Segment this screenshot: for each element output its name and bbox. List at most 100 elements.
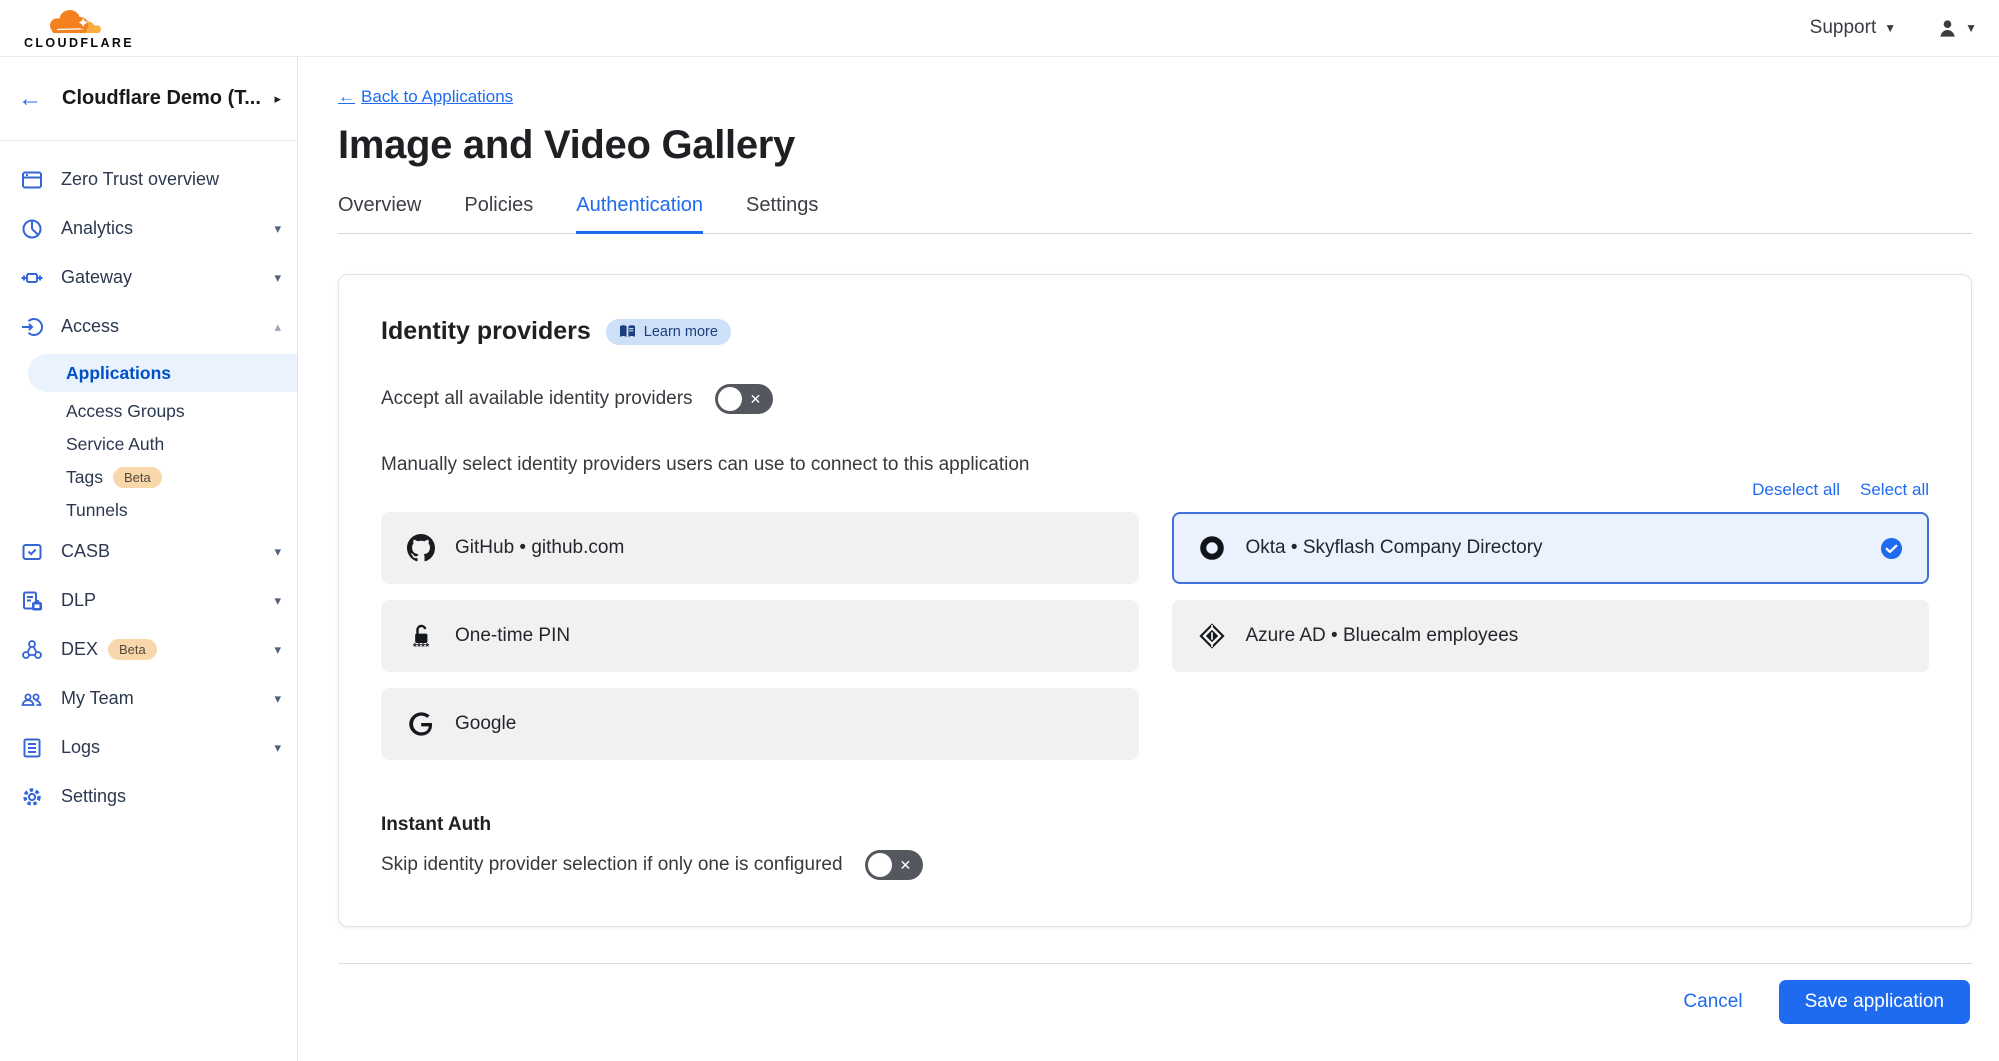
main-content: ← Back to Applications Image and Video G… — [298, 57, 1999, 1061]
tab-policies[interactable]: Policies — [464, 194, 533, 234]
google-icon — [407, 710, 435, 738]
tab-bar: Overview Policies Authentication Setting… — [338, 194, 1972, 234]
access-login-icon — [20, 315, 44, 339]
save-application-button[interactable]: Save application — [1779, 980, 1970, 1024]
sidebar-item-zero-trust-overview[interactable]: Zero Trust overview — [0, 155, 297, 204]
cancel-button[interactable]: Cancel — [1683, 991, 1742, 1013]
chevron-down-icon[interactable]: ▾ — [274, 593, 281, 609]
sidebar-item-applications[interactable]: Applications — [28, 354, 297, 392]
learn-more-button[interactable]: Learn more — [606, 319, 731, 345]
chevron-down-icon[interactable]: ▾ — [274, 642, 281, 658]
support-label: Support — [1810, 17, 1877, 39]
sidebar-item-access-groups[interactable]: Access Groups — [0, 395, 297, 428]
sidebar-item-casb[interactable]: CASB ▾ — [0, 527, 297, 576]
toggle-off-x-icon: ✕ — [750, 392, 762, 406]
sidebar-item-label: Applications — [66, 363, 171, 384]
instant-auth-heading: Instant Auth — [381, 814, 1929, 836]
toggle-knob — [718, 387, 742, 411]
github-icon — [407, 534, 435, 562]
account-header: ← Cloudflare Demo (T... ▸ — [0, 57, 297, 141]
instant-auth-toggle[interactable]: ✕ — [865, 850, 923, 880]
casb-check-box-icon — [20, 540, 44, 564]
okta-icon — [1198, 534, 1226, 562]
tab-authentication[interactable]: Authentication — [576, 194, 703, 234]
gateway-icon — [20, 266, 44, 290]
sidebar-item-label: Logs — [61, 737, 274, 758]
provider-github[interactable]: GitHub • github.com — [381, 512, 1139, 584]
accept-all-label: Accept all available identity providers — [381, 388, 693, 410]
logs-document-icon — [20, 736, 44, 760]
beta-badge: Beta — [113, 467, 162, 488]
sidebar-item-label: DEX Beta — [61, 639, 274, 660]
chevron-down-icon[interactable]: ▾ — [274, 270, 281, 286]
sidebar-item-label: Analytics — [61, 218, 274, 239]
provider-name: GitHub • github.com — [455, 537, 624, 559]
chevron-down-icon[interactable]: ▾ — [274, 544, 281, 560]
chevron-down-icon: ▼ — [1965, 21, 1977, 35]
manual-select-label: Manually select identity providers users… — [381, 454, 1929, 476]
sidebar-item-settings[interactable]: Settings — [0, 772, 297, 821]
sidebar-item-label: Tags — [66, 467, 103, 488]
provider-name: Azure AD • Bluecalm employees — [1246, 625, 1519, 647]
accept-all-toggle[interactable]: ✕ — [715, 384, 773, 414]
cloudflare-cloud-icon — [45, 7, 113, 39]
azure-ad-icon — [1198, 622, 1226, 650]
toggle-off-x-icon: ✕ — [900, 858, 912, 872]
sidebar-item-gateway[interactable]: Gateway ▾ — [0, 253, 297, 302]
deselect-all-link[interactable]: Deselect all — [1752, 480, 1840, 500]
provider-name: Google — [455, 713, 516, 735]
back-arrow-icon: ← — [338, 87, 355, 107]
sidebar-item-service-auth[interactable]: Service Auth — [0, 428, 297, 461]
provider-grid: GitHub • github.com Okta • Skyflash Comp… — [381, 512, 1929, 760]
sidebar-item-label: DEX — [61, 639, 98, 660]
cloudflare-logo[interactable]: CLOUDFLARE — [14, 7, 144, 50]
sidebar-item-access[interactable]: Access ▴ — [0, 302, 297, 351]
sidebar-item-label: Access — [61, 316, 274, 337]
chevron-down-icon[interactable]: ▾ — [274, 221, 281, 237]
provider-name: One-time PIN — [455, 625, 570, 647]
sidebar-item-tunnels[interactable]: Tunnels — [0, 494, 297, 527]
page-title: Image and Video Gallery — [338, 123, 1972, 168]
one-time-pin-icon: **** — [407, 622, 435, 650]
dex-network-icon — [20, 638, 44, 662]
back-to-applications-link[interactable]: ← Back to Applications — [338, 87, 513, 107]
sidebar-item-tags[interactable]: Tags Beta — [0, 461, 297, 494]
chevron-right-icon[interactable]: ▸ — [274, 91, 281, 107]
identity-providers-card: Identity providers Learn more Accept all… — [338, 274, 1972, 927]
sidebar-item-label: Access Groups — [66, 401, 185, 422]
identity-providers-heading: Identity providers — [381, 317, 591, 346]
sidebar-item-dex[interactable]: DEX Beta ▾ — [0, 625, 297, 674]
document-lock-icon — [20, 589, 44, 613]
instant-auth-description: Skip identity provider selection if only… — [381, 854, 843, 876]
chevron-up-icon[interactable]: ▴ — [274, 319, 281, 335]
account-name[interactable]: Cloudflare Demo (T... — [62, 87, 274, 110]
select-all-link[interactable]: Select all — [1860, 480, 1929, 500]
browser-window-icon — [20, 168, 44, 192]
tab-settings[interactable]: Settings — [746, 194, 818, 234]
provider-okta[interactable]: Okta • Skyflash Company Directory — [1172, 512, 1930, 584]
pie-chart-icon — [20, 217, 44, 241]
provider-one-time-pin[interactable]: **** One-time PIN — [381, 600, 1139, 672]
user-icon — [1936, 17, 1959, 40]
sidebar-item-logs[interactable]: Logs ▾ — [0, 723, 297, 772]
provider-google[interactable]: Google — [381, 688, 1139, 760]
topbar: CLOUDFLARE Support ▼ ▼ — [0, 0, 1999, 57]
sidebar-item-my-team[interactable]: My Team ▾ — [0, 674, 297, 723]
provider-azure-ad[interactable]: Azure AD • Bluecalm employees — [1172, 600, 1930, 672]
sidebar-item-analytics[interactable]: Analytics ▾ — [0, 204, 297, 253]
support-menu[interactable]: Support ▼ — [1810, 17, 1896, 39]
sidebar-item-label: Zero Trust overview — [61, 169, 281, 190]
sidebar-item-dlp[interactable]: DLP ▾ — [0, 576, 297, 625]
tab-overview[interactable]: Overview — [338, 194, 421, 234]
back-arrow-icon[interactable]: ← — [18, 87, 42, 111]
chevron-down-icon[interactable]: ▾ — [274, 740, 281, 756]
logo-wordmark: CLOUDFLARE — [24, 36, 134, 50]
chevron-down-icon[interactable]: ▾ — [274, 691, 281, 707]
check-icon — [1880, 537, 1903, 560]
svg-text:****: **** — [413, 641, 430, 650]
sidebar-item-label: CASB — [61, 541, 274, 562]
gear-icon — [20, 785, 44, 809]
sidebar: ← Cloudflare Demo (T... ▸ Zero Trust ove… — [0, 57, 298, 1061]
book-icon — [619, 324, 636, 339]
user-menu[interactable]: ▼ — [1936, 17, 1977, 40]
